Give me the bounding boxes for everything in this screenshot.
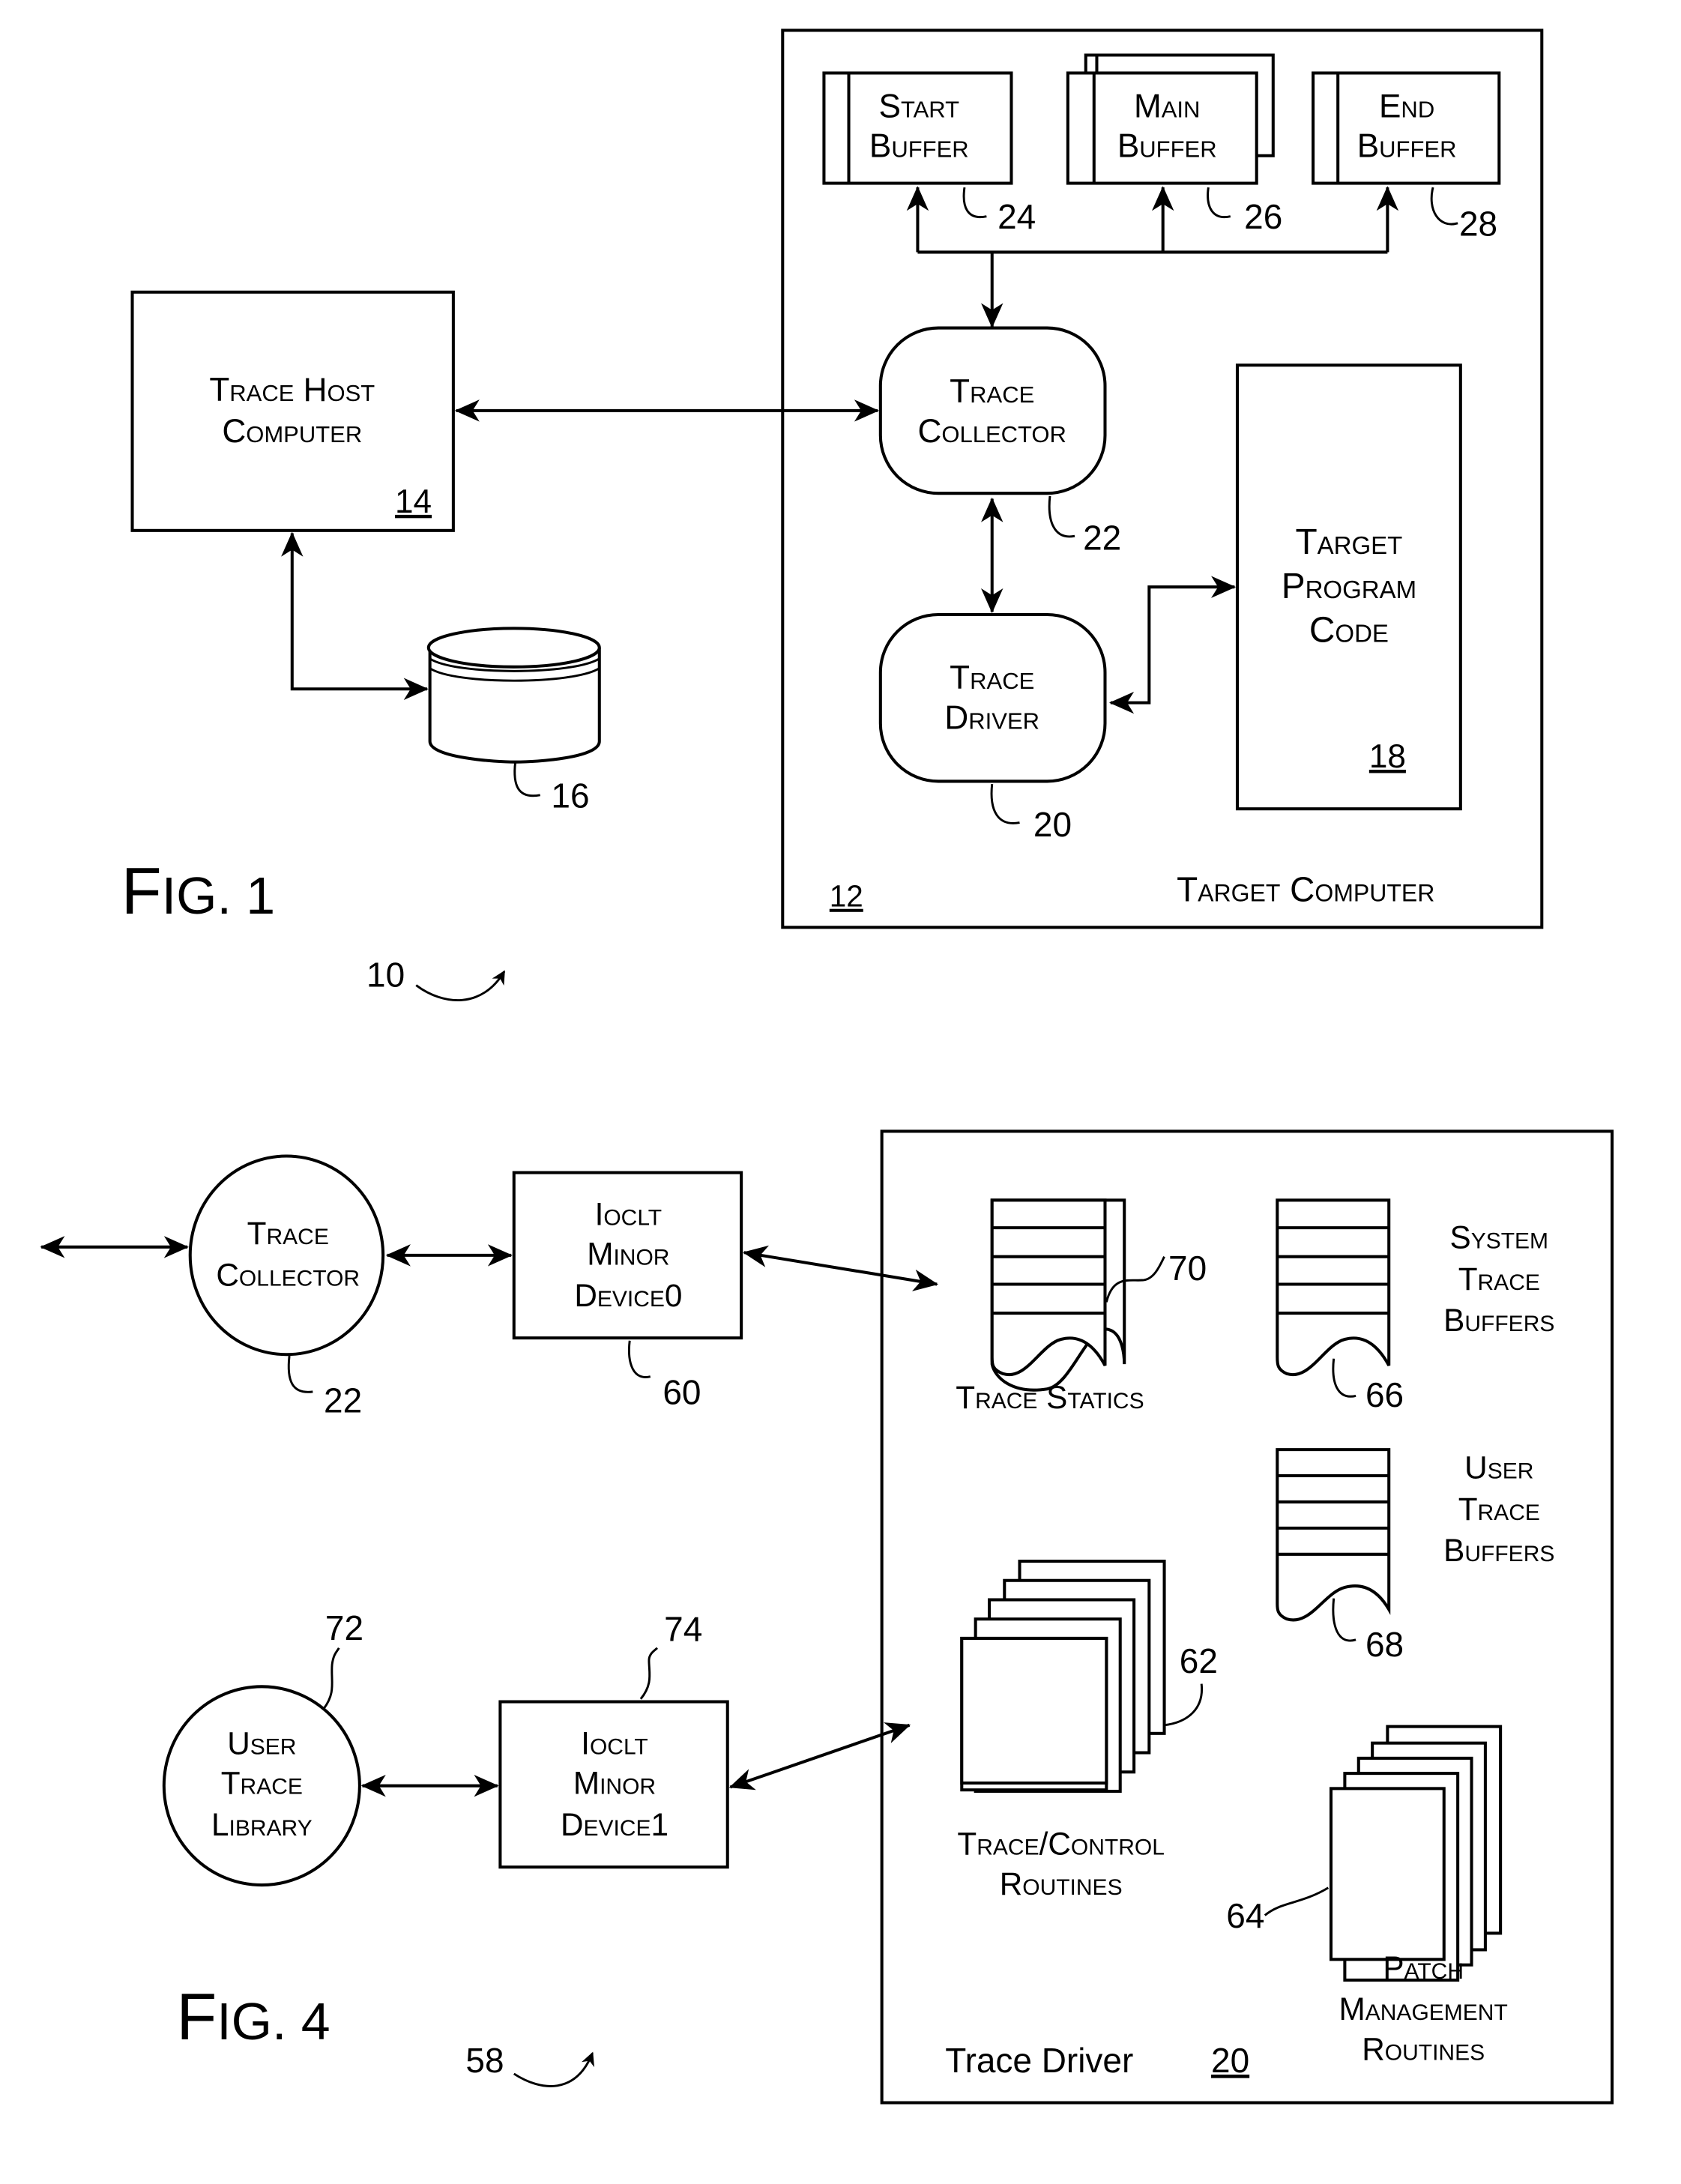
trace-driver-line1: Trace [950,660,1034,696]
trace-driver-line2: Driver [944,700,1039,737]
host-storage-arrow [281,531,429,700]
patch-management-line2: Management [1339,1991,1508,2027]
start-buffer-line1: Start [879,88,960,124]
trace-control-routines-line2: Routines [1000,1866,1123,1901]
trace-statics-label: Trace Statics [956,1380,1144,1415]
figure-4: Trace Driver 20 Trace Collector 22 Ioclt… [40,1129,1614,2105]
user-trace-library-ref: 72 [325,1608,363,1647]
fig4-trace-collector-ref: 22 [324,1381,362,1420]
trace-driver-box-label: Trace Driver [945,2041,1133,2080]
start-buffer-ref: 24 [998,197,1036,236]
end-buffer-line1: End [1379,88,1434,124]
fig4-trace-collector-line2: Collector [216,1257,360,1292]
user-trace-buffers-line3: Buffers [1443,1533,1554,1568]
ioctl0-line2: Minor [587,1237,669,1272]
start-buffer-line2: Buffer [869,128,969,165]
trace-driver-box-ref: 20 [1211,2041,1249,2080]
patch-management-line3: Routines [1362,2032,1485,2067]
ioctl1-line2: Minor [573,1766,656,1801]
fig4-trace-collector-line1: Trace [247,1216,329,1251]
trace-control-routines-ref: 62 [1180,1641,1218,1680]
storage-database-icon: 16 [426,627,601,815]
patent-drawing: 12 Target Computer Start Buffer 24 Main … [40,28,1614,2105]
trace-statics-ref: 70 [1168,1249,1207,1288]
ioctl0-line3: Device0 [574,1278,682,1313]
patch-management-line1: Patch [1383,1950,1464,1985]
trace-collector-line2: Collector [918,413,1066,450]
figure-4-caption: FIG. 4 [176,1979,330,2054]
system-trace-buffers-ref: 66 [1365,1375,1404,1414]
target-program-ref: 18 [1369,738,1406,775]
target-program-line1: Target [1295,522,1402,562]
ioctl1-ref: 74 [664,1610,702,1649]
trace-collector-ref: 22 [1083,519,1121,558]
storage-ref: 16 [551,776,589,815]
ioctl-minor-device0: Ioclt Minor Device0 60 [512,1171,743,1411]
main-buffer-line1: Main [1134,88,1200,124]
ioctl1-line1: Ioclt [581,1725,648,1761]
patch-management-routines-ref: 64 [1226,1896,1264,1935]
figure-1: 12 Target Computer Start Buffer 24 Main … [121,28,1544,1002]
main-buffer-ref: 26 [1244,197,1282,236]
figure-4-ref-arrow [513,2051,594,2087]
user-trace-buffers-line2: Trace [1458,1491,1540,1527]
target-computer-label: Target Computer [1177,869,1434,908]
system-trace-buffers-line2: Trace [1458,1261,1540,1297]
user-trace-library-line2: Trace [221,1766,303,1801]
user-trace-buffers-ref: 68 [1365,1625,1404,1664]
target-computer-ref: 12 [830,879,863,914]
figure-1-ref: 10 [366,955,405,994]
end-buffer-line2: Buffer [1357,128,1457,165]
end-buffer-ref: 28 [1459,204,1497,243]
ioctl0-ref: 60 [663,1372,701,1411]
figure-1-ref-arrow [415,970,506,1002]
trace-host-line2: Computer [222,413,362,450]
figure-4-ref: 58 [465,2041,504,2080]
target-program-line3: Code [1309,611,1389,651]
system-trace-buffers-line3: Buffers [1443,1303,1554,1338]
user-trace-library-line1: User [227,1725,296,1761]
main-buffer-line2: Buffer [1117,128,1217,165]
trace-control-routines-line1: Trace/Control [957,1826,1164,1862]
target-program-code: Target Program Code 18 [1235,364,1462,811]
ioctl1-line3: Device1 [561,1807,669,1842]
trace-host-line1: Trace Host [209,372,375,408]
user-trace-buffers-line1: User [1464,1450,1533,1485]
trace-host-computer: Trace Host Computer 14 [130,290,455,532]
trace-collector-node-fig4: Trace Collector 22 [188,1154,385,1420]
ioctl0-line1: Ioclt [595,1196,663,1231]
user-trace-library: User Trace Library 72 [162,1608,363,1887]
trace-driver-ref: 20 [1033,805,1072,844]
trace-collector-line1: Trace [950,373,1034,410]
trace-host-ref: 14 [395,483,432,520]
ioctl-minor-device1: Ioclt Minor Device1 74 [498,1610,729,1869]
figure-1-caption: FIG. 1 [121,854,275,928]
target-program-line2: Program [1282,567,1416,606]
user-trace-library-line3: Library [211,1807,313,1842]
system-trace-buffers-line1: System [1450,1220,1549,1255]
